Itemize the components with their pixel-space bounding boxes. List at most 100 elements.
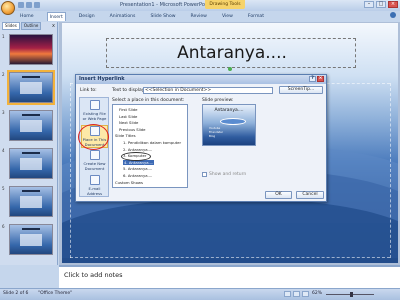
thumb-content-box bbox=[20, 196, 42, 208]
link-create-new[interactable]: Create New Document bbox=[81, 150, 108, 171]
tree-item[interactable]: 6. Antaranya.... bbox=[123, 173, 152, 178]
theme-name: "Office Theme" bbox=[38, 291, 73, 296]
tree-item[interactable]: 1. Pendidikan dalam komputer bbox=[123, 140, 181, 145]
preview-title: Antaranya.... bbox=[214, 108, 244, 113]
slide-thumbnail[interactable]: 3 bbox=[0, 109, 58, 143]
place-tree[interactable]: First Slide Last Slide Next Slide Previous … bbox=[112, 104, 188, 188]
placeholder-border bbox=[70, 83, 71, 258]
thumbnail-image[interactable] bbox=[9, 186, 53, 217]
tree-item[interactable]: Last Slide bbox=[119, 114, 137, 119]
slide-number: 5 bbox=[2, 186, 5, 191]
slideshow-icon[interactable] bbox=[302, 291, 309, 297]
tab-design[interactable]: Design bbox=[77, 12, 97, 21]
close-icon[interactable]: × bbox=[388, 1, 398, 8]
redo-icon[interactable] bbox=[34, 2, 40, 8]
preview-bubble bbox=[220, 118, 246, 125]
insert-hyperlink-dialog: Insert Hyperlink ? × Link to: Text to di… bbox=[75, 74, 327, 202]
slide-number: 3 bbox=[2, 110, 5, 115]
tab-animations[interactable]: Animations bbox=[108, 12, 138, 21]
tree-item[interactable]: Previous Slide bbox=[119, 127, 146, 132]
slide-thumbnail[interactable]: 5 bbox=[0, 185, 58, 219]
screentip-button[interactable]: ScreenTip... bbox=[279, 86, 323, 94]
link-option-label: Existing File or Web Page bbox=[82, 111, 107, 121]
tab-format[interactable]: Format bbox=[246, 12, 266, 21]
tree-item[interactable]: 2. Antaranya.... bbox=[123, 147, 152, 152]
ok-button[interactable]: OK bbox=[265, 191, 292, 199]
ribbon-tabs: Home Insert Design Animations Slide Show… bbox=[18, 12, 266, 21]
link-existing-file[interactable]: Existing File or Web Page bbox=[81, 100, 108, 121]
tree-item[interactable]: First Slide bbox=[119, 107, 137, 112]
thumb-content-box bbox=[20, 234, 42, 246]
tab-slide-show[interactable]: Slide Show bbox=[148, 12, 177, 21]
maximize-icon[interactable]: □ bbox=[376, 1, 386, 8]
slides-pane: Slides Outline x 1 2 3 4 5 6 bbox=[0, 22, 58, 265]
link-email[interactable]: E-mail Address bbox=[81, 175, 108, 196]
save-icon[interactable] bbox=[18, 2, 24, 8]
slide-title[interactable]: Antaranya.... bbox=[122, 43, 342, 63]
thumb-title-line bbox=[22, 114, 40, 116]
thumbnail-image[interactable] bbox=[9, 148, 53, 179]
slide-preview-label: Slide preview: bbox=[202, 98, 234, 103]
drawing-tools-context-tab: Drawing Tools bbox=[205, 0, 245, 9]
thumbnail-image[interactable] bbox=[9, 34, 53, 65]
close-pane-icon[interactable]: x bbox=[52, 23, 55, 29]
email-icon bbox=[89, 175, 100, 185]
select-place-label: Select a place in this document: bbox=[112, 98, 185, 103]
preview-line: Blog bbox=[209, 134, 216, 138]
tab-insert[interactable]: Insert bbox=[46, 12, 66, 21]
tab-slides[interactable]: Slides bbox=[2, 22, 20, 30]
slide-thumbnail[interactable]: 6 bbox=[0, 223, 58, 257]
slide-thumbnail[interactable]: 4 bbox=[0, 147, 58, 181]
help-icon[interactable] bbox=[390, 12, 396, 18]
show-return-checkbox[interactable] bbox=[202, 172, 207, 177]
tab-outline[interactable]: Outline bbox=[20, 22, 42, 30]
dialog-help-icon[interactable]: ? bbox=[309, 76, 316, 82]
tab-view[interactable]: View bbox=[220, 12, 235, 21]
status-bar: Slide 2 of 6 "Office Theme" 62% bbox=[0, 288, 400, 300]
text-to-display-input[interactable]: <<Selection in Document>> bbox=[143, 87, 273, 94]
notes-placeholder[interactable]: Click to add notes bbox=[64, 271, 122, 279]
thumb-title-line bbox=[22, 76, 40, 78]
tree-item[interactable]: Slide Titles bbox=[115, 133, 136, 138]
placeholder-border bbox=[70, 257, 390, 258]
tree-item[interactable]: Next Slide bbox=[119, 120, 138, 125]
slide-preview: Antaranya.... Youtube Friendster Blog bbox=[202, 104, 256, 146]
zoom-level[interactable]: 62% bbox=[312, 291, 322, 296]
slide-number: 1 bbox=[2, 34, 5, 39]
thumbnail-image[interactable] bbox=[9, 224, 53, 255]
minimize-icon[interactable]: – bbox=[364, 1, 374, 8]
quick-access-toolbar bbox=[18, 2, 40, 8]
annotation-circle bbox=[78, 124, 109, 150]
new-document-icon bbox=[89, 150, 100, 160]
normal-view-icon[interactable] bbox=[284, 291, 291, 297]
tree-item[interactable]: Custom Shows bbox=[115, 180, 143, 185]
slide-thumbnail[interactable]: 1 bbox=[0, 33, 58, 67]
tab-review[interactable]: Review bbox=[189, 12, 209, 21]
slide-thumbnail[interactable]: 2 bbox=[0, 70, 58, 105]
thumbnail-image[interactable] bbox=[7, 70, 55, 105]
thumb-content-box bbox=[20, 120, 42, 132]
office-button[interactable] bbox=[1, 1, 15, 15]
text-to-display-label: Text to display: bbox=[112, 88, 146, 93]
title-bar: Presentation1 - Microsoft PowerPoint Dra… bbox=[0, 0, 400, 11]
slide-counter: Slide 2 of 6 bbox=[3, 291, 29, 296]
mountain-ridge bbox=[62, 198, 398, 263]
undo-icon[interactable] bbox=[26, 2, 32, 8]
rotation-handle[interactable] bbox=[228, 67, 232, 71]
cancel-button[interactable]: Cancel bbox=[296, 191, 324, 199]
dialog-title-text: Insert Hyperlink bbox=[79, 76, 125, 82]
notes-pane[interactable]: Click to add notes bbox=[59, 265, 400, 288]
slide-number: 2 bbox=[2, 72, 5, 77]
window-title: Presentation1 - Microsoft PowerPoint bbox=[120, 2, 212, 8]
thumb-title-line bbox=[22, 152, 40, 154]
show-return-label: Show and return bbox=[209, 172, 247, 177]
thumb-content-box bbox=[20, 82, 42, 94]
link-option-label: E-mail Address bbox=[86, 186, 103, 196]
tree-item[interactable]: 5. Antaranya.... bbox=[123, 166, 152, 171]
tab-home[interactable]: Home bbox=[18, 12, 36, 21]
zoom-slider-knob[interactable] bbox=[350, 292, 353, 297]
thumb-title-line bbox=[22, 228, 40, 230]
thumbnail-image[interactable] bbox=[9, 110, 53, 141]
dialog-close-icon[interactable]: × bbox=[317, 76, 324, 82]
slide-sorter-icon[interactable] bbox=[293, 291, 300, 297]
